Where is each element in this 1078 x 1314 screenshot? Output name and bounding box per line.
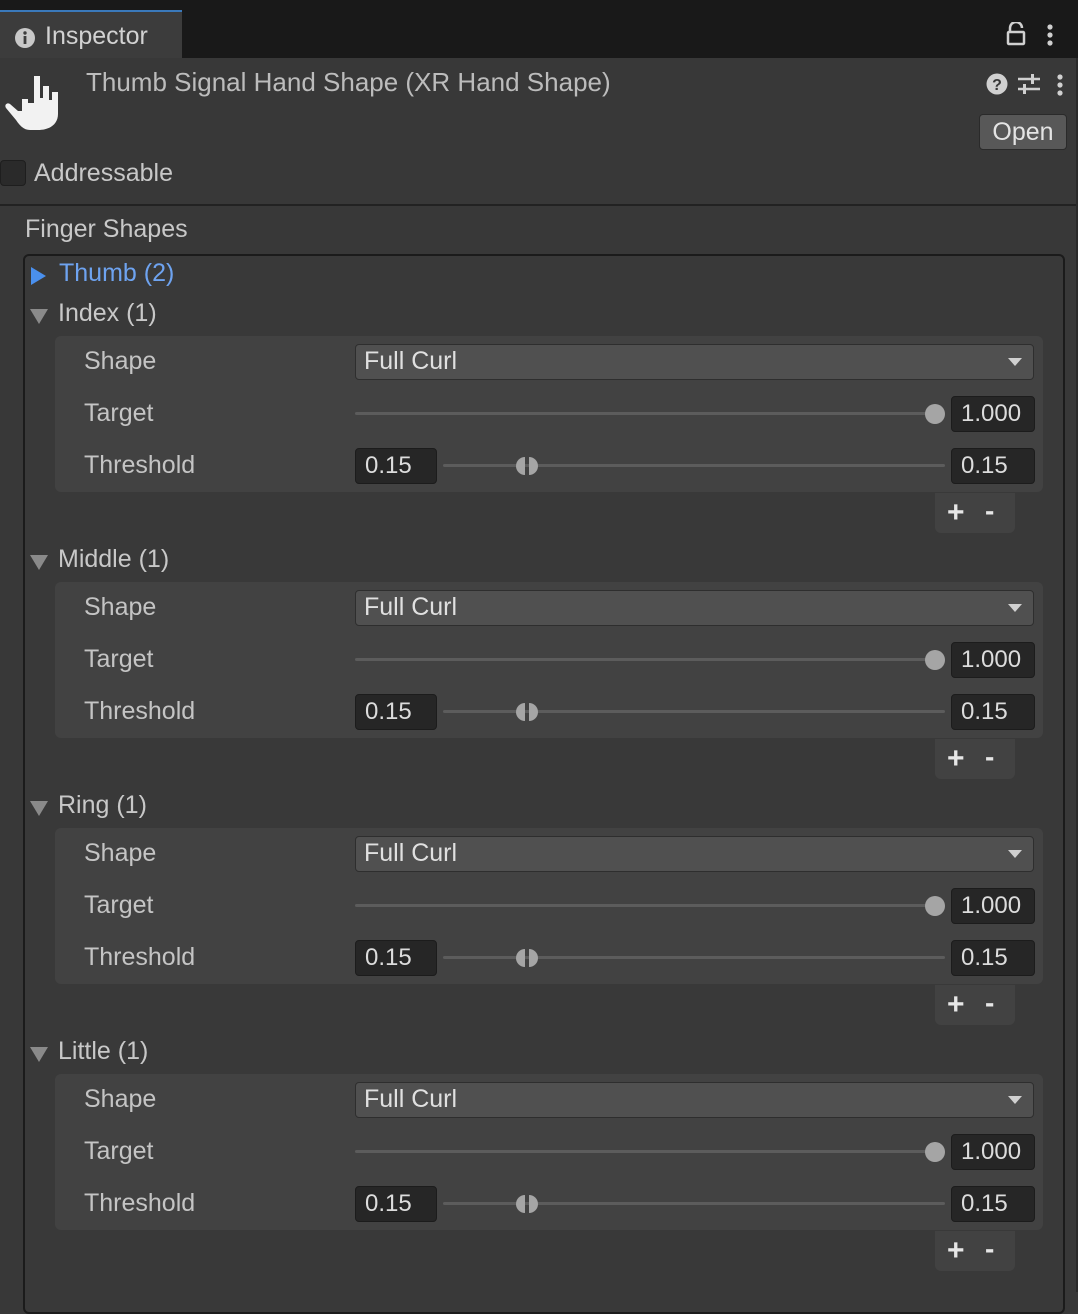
remove-button[interactable]: - [985, 1235, 994, 1263]
shape-dropdown-value: Full Curl [364, 839, 458, 867]
info-icon [15, 28, 35, 53]
tab-bar: Inspector [0, 0, 1078, 58]
target-label: Target [84, 1137, 154, 1165]
remove-button[interactable]: - [985, 989, 994, 1017]
threshold-label: Threshold [84, 1189, 196, 1217]
chevron-down-icon [1008, 604, 1022, 612]
range-slider-handle-icon[interactable] [513, 702, 541, 722]
add-button[interactable]: + [947, 498, 965, 528]
target-label: Target [84, 891, 154, 919]
target-value-field[interactable]: 1.000 [951, 396, 1035, 432]
target-slider-track[interactable] [355, 904, 935, 907]
add-button[interactable]: + [947, 1236, 965, 1266]
target-label: Target [84, 645, 154, 673]
shape-dropdown[interactable]: Full Curl [355, 836, 1034, 872]
shape-dropdown-value: Full Curl [364, 1085, 458, 1113]
open-button[interactable]: Open [979, 114, 1067, 150]
threshold-max-field[interactable]: 0.15 [951, 694, 1035, 730]
lock-icon[interactable] [1005, 20, 1027, 51]
foldout-arrow-down-icon [30, 1047, 48, 1062]
help-icon[interactable]: ? [986, 73, 1008, 100]
svg-text:?: ? [992, 77, 1002, 94]
finger-shape-element: Shape Full Curl Target 1.000 Threshold 0… [55, 828, 1043, 984]
asset-title: Thumb Signal Hand Shape (XR Hand Shape) [86, 67, 611, 97]
range-slider-handle-icon[interactable] [513, 1194, 541, 1214]
chevron-down-icon [1008, 1096, 1022, 1104]
foldout-label: Index (1) [58, 299, 157, 327]
shape-label: Shape [84, 839, 157, 867]
shape-label: Shape [84, 347, 157, 375]
remove-button[interactable]: - [985, 743, 994, 771]
shape-dropdown-value: Full Curl [364, 347, 458, 375]
list-add-remove: + - [935, 739, 1015, 779]
remove-button[interactable]: - [985, 497, 994, 525]
shape-dropdown[interactable]: Full Curl [355, 344, 1034, 380]
add-button[interactable]: + [947, 990, 965, 1020]
threshold-label: Threshold [84, 943, 196, 971]
header-divider [0, 204, 1078, 206]
target-slider-handle[interactable] [925, 896, 945, 916]
finger-shape-element: Shape Full Curl Target 1.000 Threshold 0… [55, 336, 1043, 492]
threshold-min-field[interactable]: 0.15 [355, 694, 437, 730]
target-slider-track[interactable] [355, 658, 935, 661]
threshold-max-field[interactable]: 0.15 [951, 1186, 1035, 1222]
threshold-max-field[interactable]: 0.15 [951, 940, 1035, 976]
range-slider-handle-icon[interactable] [513, 456, 541, 476]
threshold-min-field[interactable]: 0.15 [355, 940, 437, 976]
shape-label: Shape [84, 593, 157, 621]
shape-dropdown-value: Full Curl [364, 593, 458, 621]
threshold-label: Threshold [84, 697, 196, 725]
section-title: Finger Shapes [25, 215, 188, 243]
finger-shape-element: Shape Full Curl Target 1.000 Threshold 0… [55, 582, 1043, 738]
foldout-arrow-down-icon [30, 555, 48, 570]
foldout-arrow-right-icon [31, 267, 46, 285]
tab-inspector[interactable]: Inspector [0, 10, 182, 58]
foldout-arrow-down-icon [30, 801, 48, 816]
foldout-label: Ring (1) [58, 791, 147, 819]
list-add-remove: + - [935, 1231, 1015, 1271]
threshold-max-field[interactable]: 0.15 [951, 448, 1035, 484]
tab-label: Inspector [45, 22, 148, 50]
chevron-down-icon [1008, 850, 1022, 858]
target-slider-handle[interactable] [925, 1142, 945, 1162]
shape-dropdown[interactable]: Full Curl [355, 590, 1034, 626]
add-button[interactable]: + [947, 744, 965, 774]
foldout-label: Middle (1) [58, 545, 170, 573]
target-slider-handle[interactable] [925, 404, 945, 424]
shape-dropdown[interactable]: Full Curl [355, 1082, 1034, 1118]
target-value-field[interactable]: 1.000 [951, 642, 1035, 678]
target-slider-handle[interactable] [925, 650, 945, 670]
target-value-field[interactable]: 1.000 [951, 888, 1035, 924]
kebab-menu-icon[interactable] [1046, 24, 1054, 51]
finger-shape-element: Shape Full Curl Target 1.000 Threshold 0… [55, 1074, 1043, 1230]
addressable-checkbox[interactable] [0, 160, 26, 186]
addressable-label: Addressable [34, 159, 173, 187]
target-slider-track[interactable] [355, 412, 935, 415]
threshold-label: Threshold [84, 451, 196, 479]
foldout-label: Thumb (2) [59, 259, 175, 287]
chevron-down-icon [1008, 358, 1022, 366]
list-add-remove: + - [935, 493, 1015, 533]
threshold-min-field[interactable]: 0.15 [355, 1186, 437, 1222]
target-value-field[interactable]: 1.000 [951, 1134, 1035, 1170]
range-slider-handle-icon[interactable] [513, 948, 541, 968]
foldout-arrow-down-icon [30, 309, 48, 324]
threshold-min-field[interactable]: 0.15 [355, 448, 437, 484]
target-slider-track[interactable] [355, 1150, 935, 1153]
target-label: Target [84, 399, 154, 427]
preset-icon[interactable] [1017, 73, 1041, 100]
shape-label: Shape [84, 1085, 157, 1113]
list-add-remove: + - [935, 985, 1015, 1025]
foldout-label: Little (1) [58, 1037, 149, 1065]
hand-icon [4, 74, 64, 137]
kebab-menu-icon[interactable] [1056, 74, 1064, 101]
